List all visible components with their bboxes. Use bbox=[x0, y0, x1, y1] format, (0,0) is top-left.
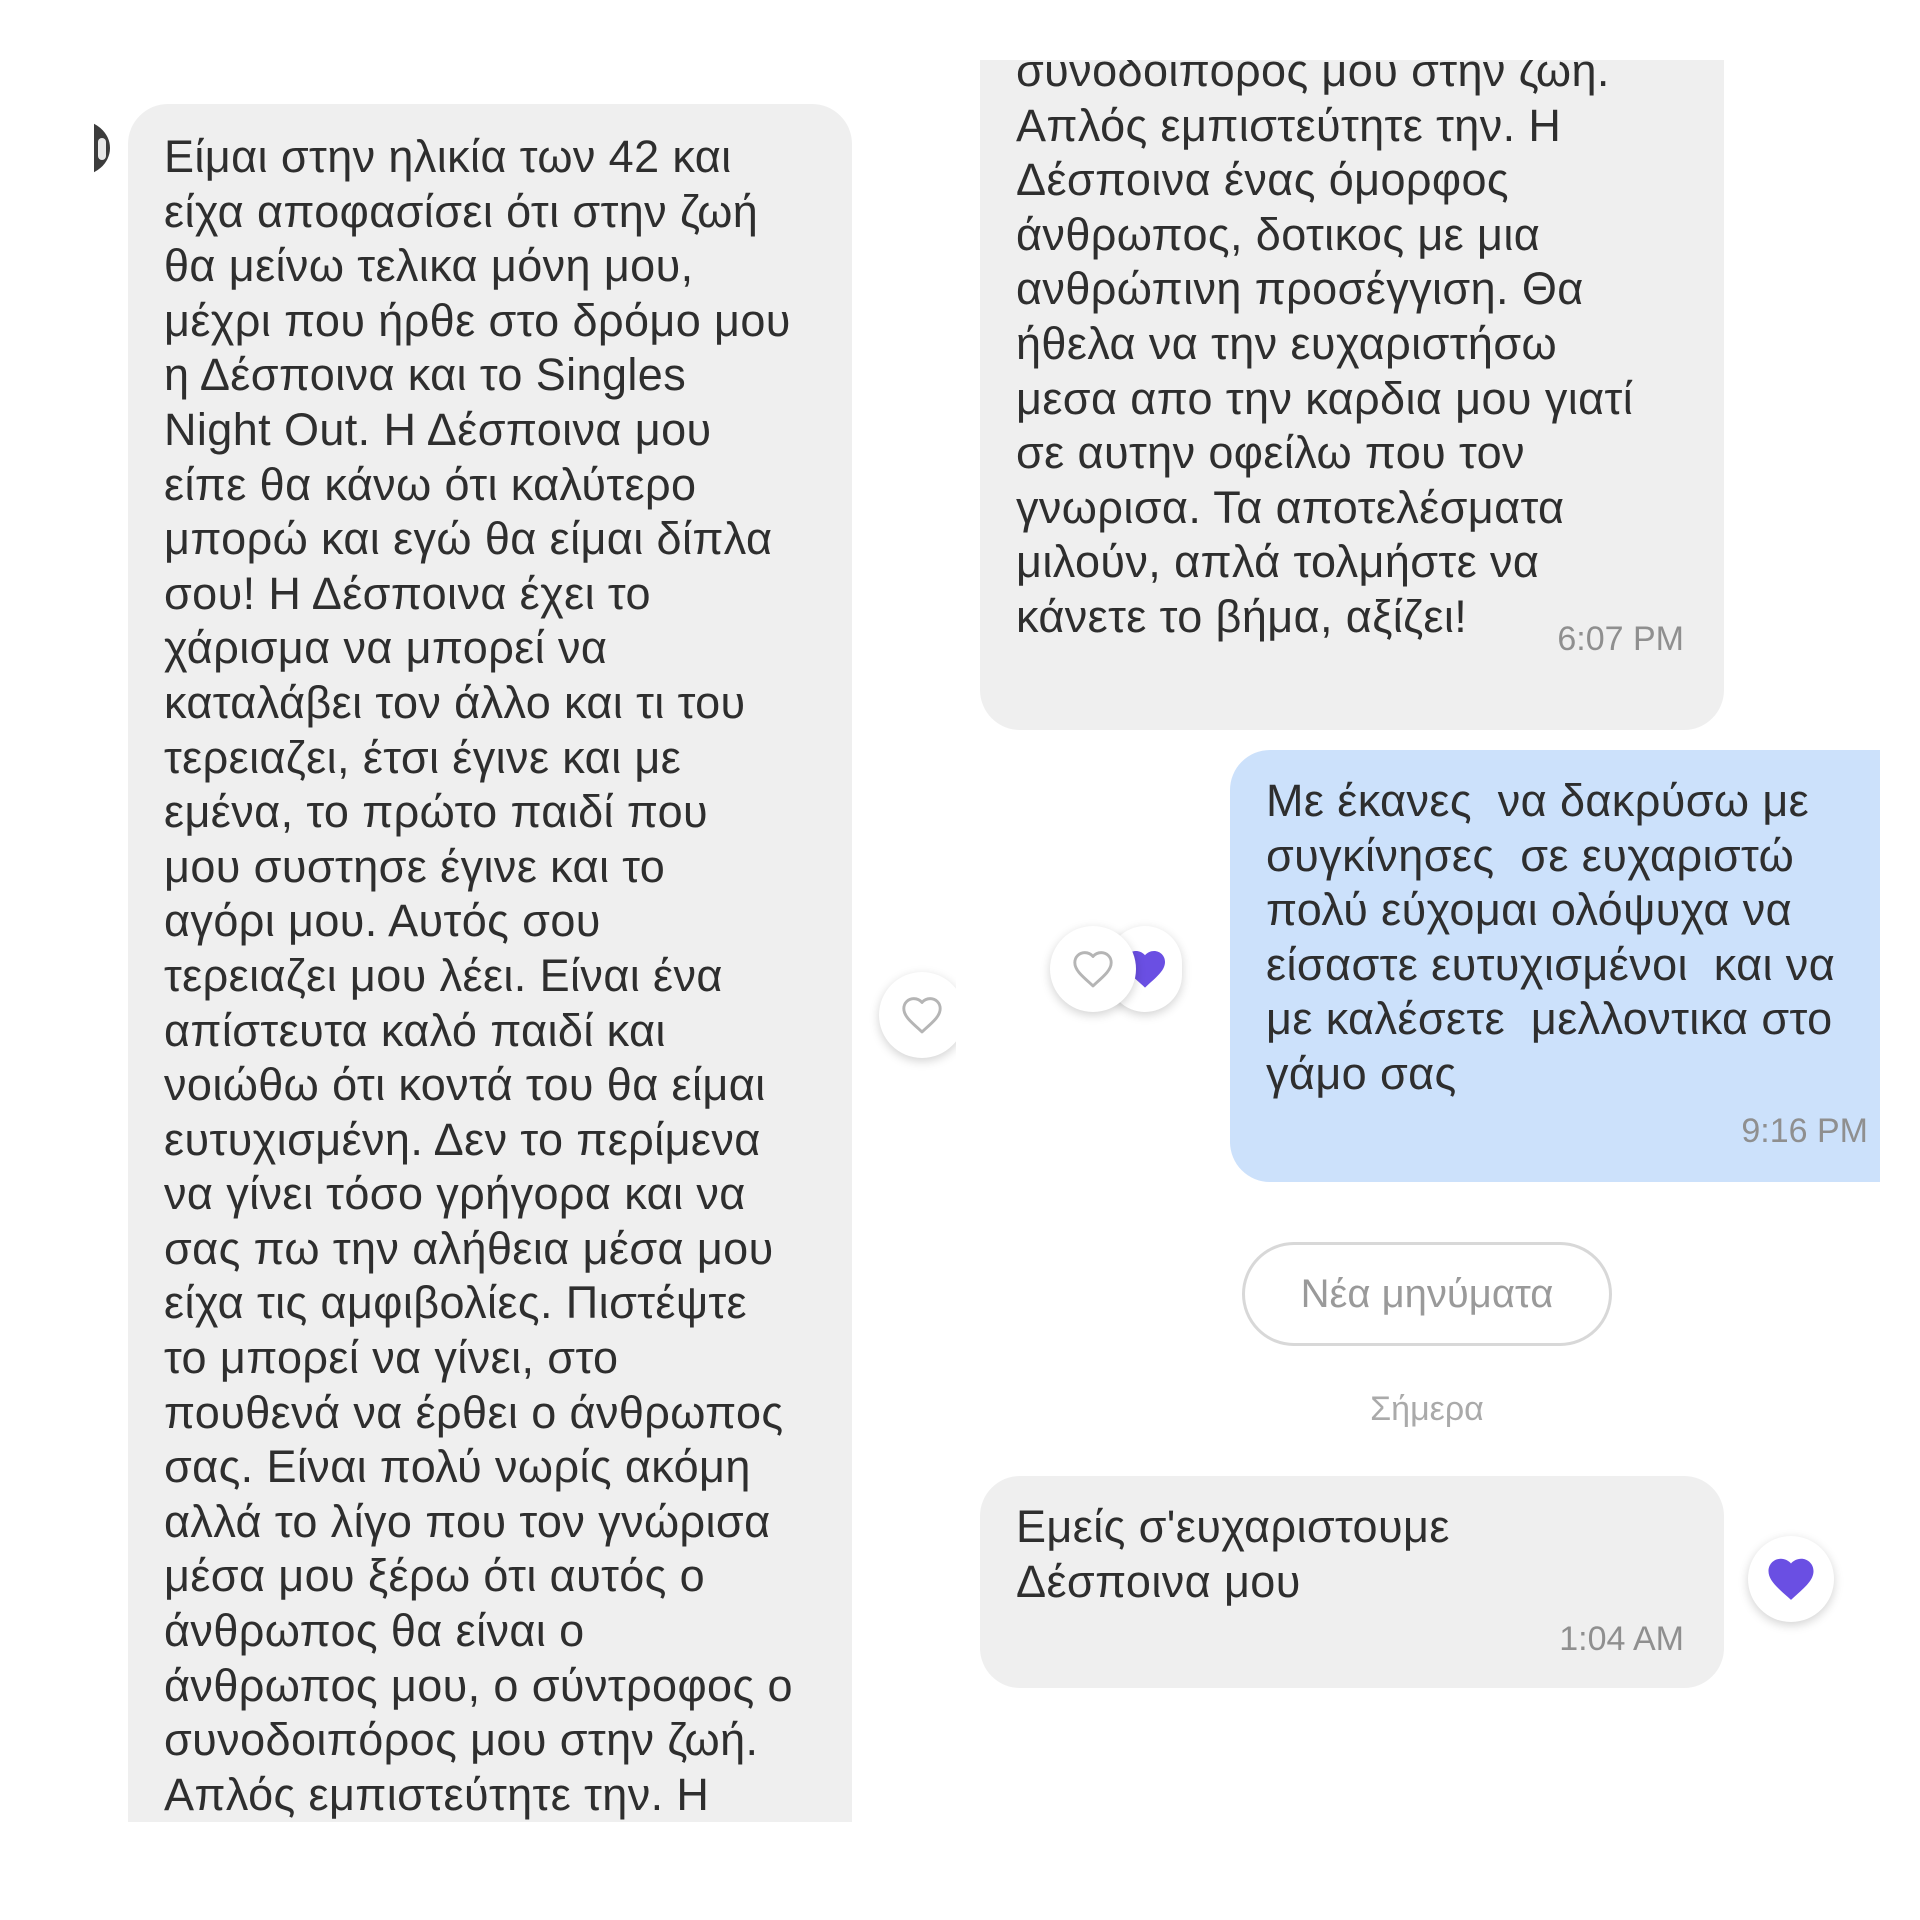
new-messages-button[interactable]: Νέα μηνύματα bbox=[1242, 1242, 1612, 1346]
avatar bbox=[94, 120, 118, 176]
message-text: Εμείς σ'ευχαριστουμε Δέσποινα μου bbox=[1016, 1501, 1450, 1607]
right-screenshot-panel: συνοδοιπορος μου στην ζωη. Απλός εμπιστε… bbox=[980, 60, 1880, 1760]
message-timestamp: 9:16 PM bbox=[1741, 1112, 1868, 1150]
outgoing-message-bubble[interactable]: Με έκανες να δακρύσω με συγκίνησες σε ευ… bbox=[1230, 750, 1880, 1182]
date-separator: Σήμερα bbox=[1370, 1390, 1484, 1428]
incoming-message-bubble[interactable]: Είμαι στην ηλικία των 42 και είχα αποφασ… bbox=[128, 104, 852, 1822]
incoming-message-bubble[interactable]: συνοδοιπορος μου στην ζωη. Απλός εμπιστε… bbox=[980, 60, 1724, 730]
heart-outline-icon bbox=[1073, 951, 1113, 988]
message-text: συνοδοιπορος μου στην ζωη. Απλός εμπιστε… bbox=[1016, 60, 1634, 642]
heart-outline-icon bbox=[902, 997, 942, 1034]
like-reaction-button[interactable] bbox=[1050, 926, 1136, 1012]
heart-filled-icon bbox=[1768, 1558, 1814, 1600]
message-timestamp: 6:07 PM bbox=[1557, 620, 1684, 658]
heart-reaction-button[interactable] bbox=[1748, 1536, 1834, 1622]
message-text: Με έκανες να δακρύσω με συγκίνησες σε ευ… bbox=[1266, 775, 1836, 1099]
message-timestamp: 1:04 AM bbox=[1559, 1620, 1684, 1658]
incoming-message-bubble[interactable]: Εμείς σ'ευχαριστουμε Δέσποινα μου 1:04 A… bbox=[980, 1476, 1724, 1688]
like-reaction-button[interactable] bbox=[879, 972, 956, 1058]
message-text: Είμαι στην ηλικία των 42 και είχα αποφασ… bbox=[164, 131, 793, 1820]
left-screenshot-panel: Είμαι στην ηλικία των 42 και είχα αποφασ… bbox=[96, 100, 956, 1822]
